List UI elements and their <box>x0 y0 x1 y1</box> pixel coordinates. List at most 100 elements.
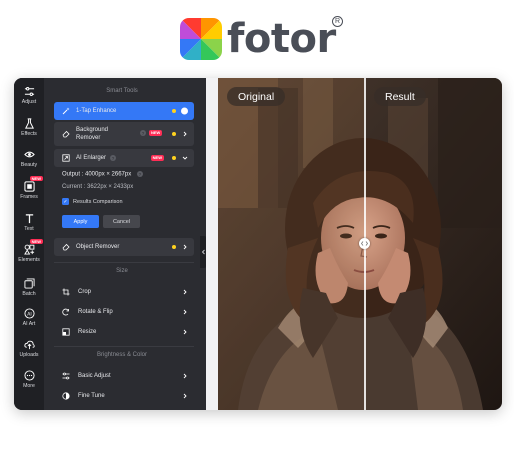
tool-object-remover[interactable]: Object Remover <box>54 238 194 256</box>
chevron-right-icon <box>183 329 187 335</box>
help-icon[interactable]: ? <box>140 130 146 136</box>
rail-item-more[interactable]: More <box>14 370 44 389</box>
tool-label: Object Remover <box>76 244 120 250</box>
shapes-icon <box>23 244 34 255</box>
eye-icon <box>23 151 35 158</box>
chevron-down-icon <box>182 156 188 160</box>
icon-rail: Adjust Effects Beauty NEW Frames Text NE… <box>14 78 44 410</box>
rail-label: Effects <box>21 131 37 137</box>
compare-slider-handle[interactable] <box>359 238 370 249</box>
chevron-right-icon <box>183 131 187 137</box>
new-badge: NEW <box>29 239 43 244</box>
magic-wand-icon <box>62 107 70 115</box>
brand-name: fotor <box>227 16 336 62</box>
enhance-toggle[interactable] <box>181 107 188 115</box>
tool-label: Resize <box>78 329 97 335</box>
tool-ai-enlarger[interactable]: AI Enlarger ? NEW <box>54 149 194 167</box>
rail-label: Elements <box>18 257 40 263</box>
batch-icon <box>23 278 35 289</box>
rail-item-frames[interactable]: NEW Frames <box>14 176 44 200</box>
rail-item-text[interactable]: Text <box>14 213 44 232</box>
tool-basic-adjust[interactable]: Basic Adjust <box>54 367 194 385</box>
tool-one-tap-enhance[interactable]: 1-Tap Enhance <box>54 102 194 120</box>
editor-window: Adjust Effects Beauty NEW Frames Text NE… <box>14 78 502 410</box>
cloud-upload-icon <box>23 340 35 350</box>
drag-arrows-icon <box>361 241 368 246</box>
results-comparison-checkbox[interactable]: ✓ Results Comparison <box>62 198 123 205</box>
new-tag: NEW <box>149 130 163 136</box>
rail-item-effects[interactable]: Effects <box>14 118 44 137</box>
tool-resize[interactable]: Resize <box>54 323 194 341</box>
tool-rotate-flip[interactable]: Rotate & Flip <box>54 303 194 321</box>
rail-item-uploads[interactable]: Uploads <box>14 339 44 358</box>
rail-label: More <box>23 383 35 389</box>
cancel-button[interactable]: Cancel <box>103 215 140 228</box>
canvas-area: Original Result <box>206 78 502 410</box>
tool-label: Basic Adjust <box>78 373 111 379</box>
rotate-icon <box>62 308 70 316</box>
rail-item-batch[interactable]: Batch <box>14 278 44 297</box>
indicator-dot <box>172 156 176 160</box>
section-title-brightness-color: Brightness & Color <box>96 352 148 358</box>
frame-icon <box>23 181 35 192</box>
tool-label: 1-Tap Enhance <box>76 108 117 114</box>
chevron-right-icon <box>183 244 187 250</box>
chevron-right-icon <box>183 289 187 295</box>
rail-item-elements[interactable]: NEW Elements <box>14 239 44 263</box>
rail-item-adjust[interactable]: Adjust <box>14 86 44 105</box>
tool-crop[interactable]: Crop <box>54 283 194 301</box>
text-icon <box>25 214 33 224</box>
tool-tags: ? NEW <box>136 130 163 136</box>
current-size: Current : 3622px × 2433px <box>62 184 134 190</box>
indicator-dot <box>172 132 176 136</box>
rail-item-ai-art[interactable]: AI AI Art <box>14 308 44 327</box>
sliders-icon <box>24 87 34 96</box>
tools-panel: Smart Tools 1-Tap Enhance Background Rem… <box>44 78 200 410</box>
chevron-right-icon <box>183 309 187 315</box>
fotor-logo-mark <box>180 18 222 60</box>
eraser-icon <box>62 130 70 138</box>
output-size-text: Output : 4000px × 2667px <box>62 171 132 178</box>
flask-icon <box>24 118 34 129</box>
enlarge-icon <box>62 154 70 162</box>
rail-label: Text <box>24 226 34 232</box>
chevron-right-icon <box>183 373 187 379</box>
rail-label: AI Art <box>22 321 36 327</box>
tool-fine-tune[interactable]: Fine Tune <box>54 387 194 405</box>
rail-label: Batch <box>22 291 36 297</box>
help-icon[interactable]: ? <box>136 171 143 177</box>
eraser-icon <box>62 243 70 251</box>
divider <box>54 262 194 263</box>
fine-tune-icon <box>62 392 70 400</box>
label-result: Result <box>374 87 426 106</box>
checkbox-checked[interactable]: ✓ <box>62 198 69 205</box>
rail-label: Frames <box>20 194 38 200</box>
label-original: Original <box>227 87 286 106</box>
tool-label-group: Background Remover <box>76 126 108 142</box>
new-tag: NEW <box>150 155 164 161</box>
section-title-size: Size <box>116 268 128 274</box>
crop-icon <box>62 288 70 296</box>
checkbox-label: Results Comparison <box>73 198 123 205</box>
divider <box>54 346 194 347</box>
sliders-icon <box>62 372 70 380</box>
comparison-photo[interactable]: Original Result <box>218 78 502 410</box>
tool-label: Fine Tune <box>78 393 105 399</box>
tool-label-line1: Background <box>76 127 109 133</box>
fotor-logo: fotor <box>180 14 336 64</box>
chevron-right-icon <box>183 393 187 399</box>
resize-icon <box>62 328 70 336</box>
apply-button[interactable]: Apply <box>62 215 99 228</box>
svg-text:AI: AI <box>27 311 31 317</box>
section-title-smart-tools: Smart Tools <box>106 88 138 94</box>
rail-label: Uploads <box>19 352 39 358</box>
rail-label: Beauty <box>20 162 38 168</box>
ai-art-icon: AI <box>23 308 35 319</box>
tool-label-line2: Remover <box>76 135 101 141</box>
tool-label: AI Enlarger <box>76 155 107 161</box>
rail-item-beauty[interactable]: Beauty <box>14 149 44 168</box>
output-size: Output : 4000px × 2667px ? <box>62 171 143 178</box>
tool-background-remover[interactable]: Background Remover ? NEW <box>54 122 194 146</box>
help-icon[interactable]: ? <box>110 155 117 161</box>
indicator-dot <box>172 109 176 113</box>
